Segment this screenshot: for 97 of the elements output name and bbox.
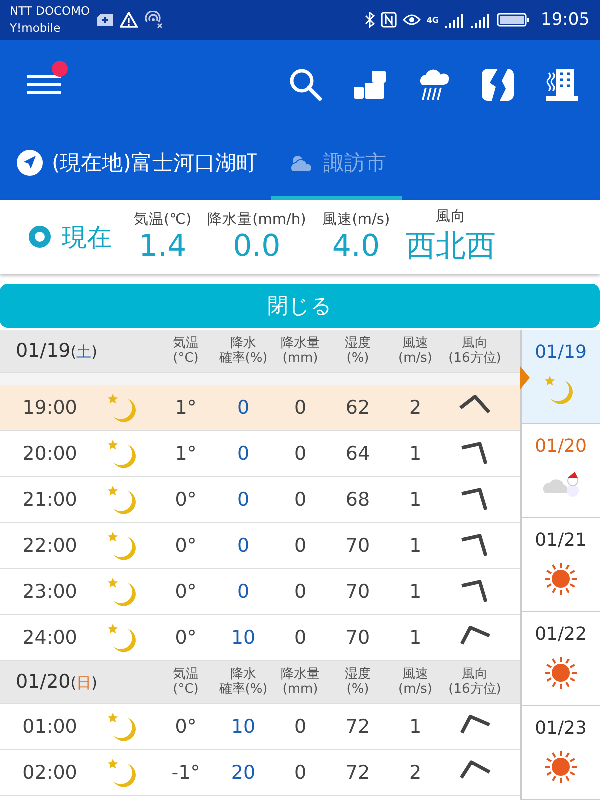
time-cell-text: 01:00 bbox=[22, 716, 78, 738]
wind-speed-cell-text: 2 bbox=[408, 762, 423, 784]
precipitation-cell-text: 0 bbox=[293, 762, 308, 784]
building-icon bbox=[544, 67, 580, 103]
wind-speed-cell-text: 1 bbox=[408, 626, 423, 648]
nfc-icon bbox=[380, 12, 397, 28]
menu-icon bbox=[26, 73, 62, 97]
humidity-cell-text: 70 bbox=[344, 626, 372, 648]
map-button[interactable] bbox=[480, 67, 516, 103]
carrier-name: NTT DOCOMO bbox=[10, 3, 90, 20]
precipitation-chance-cell-text: 0 bbox=[236, 534, 251, 556]
reading-value: 1.4 bbox=[138, 229, 187, 264]
wind-speed-cell-text: 1 bbox=[408, 534, 423, 556]
date-heading: 01/20(日) bbox=[15, 671, 98, 693]
temperature-cell-text: 0° bbox=[174, 534, 198, 556]
network-type: 4G bbox=[426, 16, 439, 24]
reading-value: 0.0 bbox=[233, 229, 281, 264]
current-label: 現在 bbox=[62, 222, 112, 254]
clock-time: 19:05 bbox=[541, 10, 590, 30]
precipitation-chance-cell-text: 0 bbox=[236, 488, 251, 510]
humidity-cell-text: 64 bbox=[344, 442, 372, 464]
time-cell-text: 24:00 bbox=[22, 626, 78, 648]
building-button[interactable] bbox=[544, 67, 580, 103]
battery-icon bbox=[497, 12, 531, 28]
day-tab[interactable]: 01/19 bbox=[522, 330, 600, 424]
temperature-cell-text: 1° bbox=[174, 396, 198, 418]
temperature-cell-text: 0° bbox=[174, 626, 198, 648]
precipitation-chance-cell-text: 10 bbox=[230, 626, 257, 648]
signal-icon bbox=[445, 12, 465, 28]
menu-button[interactable] bbox=[26, 73, 62, 97]
location-tab[interactable]: (現在地)富士河口湖町 bbox=[16, 130, 272, 200]
column-heading: 気温 (°C) bbox=[172, 336, 200, 366]
precipitation-cell-text: 0 bbox=[293, 396, 308, 418]
temperature-cell-text: 0° bbox=[174, 580, 198, 602]
wind-speed-cell-text: 1 bbox=[408, 442, 423, 464]
search-button[interactable] bbox=[288, 67, 324, 103]
column-heading: 湿度 (%) bbox=[344, 336, 372, 366]
time-cell-text: 21:00 bbox=[22, 488, 78, 510]
precipitation-cell-text: 0 bbox=[293, 534, 308, 556]
radio-icon bbox=[28, 225, 52, 249]
column-heading: 風向 (16方位) bbox=[448, 336, 502, 366]
time-cell-text: 20:00 bbox=[22, 442, 78, 464]
pointer-icon bbox=[520, 366, 530, 390]
bluetooth-icon bbox=[364, 12, 375, 28]
navigation-icon bbox=[16, 149, 44, 177]
temperature-cell-text: 0° bbox=[174, 716, 198, 738]
humidity-cell-text: 62 bbox=[344, 396, 372, 418]
temperature-cell-text: 1° bbox=[174, 442, 198, 464]
sim-add-icon bbox=[96, 13, 114, 27]
humidity-cell-text: 72 bbox=[344, 716, 372, 738]
column-heading: 降水量 (mm) bbox=[280, 667, 321, 697]
precipitation-cell-text: 0 bbox=[293, 442, 308, 464]
search-icon bbox=[288, 67, 324, 103]
humidity-cell-text: 72 bbox=[344, 762, 372, 784]
time-cell-text: 19:00 bbox=[22, 396, 78, 418]
signal-icon bbox=[471, 12, 491, 28]
column-heading: 湿度 (%) bbox=[344, 667, 372, 697]
humidity-cell-text: 70 bbox=[344, 580, 372, 602]
map-icon bbox=[480, 67, 516, 103]
column-heading: 降水量 (mm) bbox=[280, 336, 321, 366]
wind-speed-cell-text: 1 bbox=[408, 488, 423, 510]
precipitation-chance-cell-text: 0 bbox=[236, 396, 251, 418]
column-heading: 風速 (m/s) bbox=[398, 336, 434, 366]
warning-icon bbox=[120, 12, 138, 28]
reading-label: 風速(m/s) bbox=[322, 211, 390, 229]
temperature-cell-text: -1° bbox=[170, 762, 202, 784]
precipitation-cell-text: 0 bbox=[293, 626, 308, 648]
time-cell-text: 22:00 bbox=[22, 534, 78, 556]
humidity-cell-text: 70 bbox=[344, 534, 372, 556]
time-cell-text: 23:00 bbox=[22, 580, 78, 602]
precipitation-chance-cell-text: 10 bbox=[230, 716, 257, 738]
reading-label: 降水量(mm/h) bbox=[208, 211, 306, 229]
precipitation-cell-text: 0 bbox=[293, 716, 308, 738]
precipitation-chance-cell-text: 20 bbox=[230, 762, 257, 784]
date-heading: 01/19(土) bbox=[15, 340, 98, 362]
reading-label: 風向 bbox=[436, 208, 466, 226]
wind-speed-cell-text: 1 bbox=[408, 580, 423, 602]
precipitation-cell-text: 0 bbox=[293, 488, 308, 510]
temperature-cell-text: 0° bbox=[174, 488, 198, 510]
eye-icon bbox=[402, 13, 421, 27]
precipitation-cell-text: 0 bbox=[293, 580, 308, 602]
reading-value: 西北西 bbox=[406, 228, 496, 266]
time-cell-text: 02:00 bbox=[22, 762, 78, 784]
precipitation-chance-cell-text: 0 bbox=[236, 580, 251, 602]
reading-label: 気温(℃) bbox=[134, 211, 192, 229]
column-heading: 風速 (m/s) bbox=[398, 667, 434, 697]
precipitation-chance-cell-text: 0 bbox=[236, 442, 251, 464]
column-heading: 風向 (16方位) bbox=[448, 667, 502, 697]
reading-value: 4.0 bbox=[332, 229, 380, 264]
column-heading: 降水 確率(%) bbox=[218, 336, 269, 366]
carrier-name: Y!mobile bbox=[10, 20, 62, 37]
wind-speed-cell-text: 1 bbox=[408, 716, 423, 738]
humidity-cell-text: 68 bbox=[344, 488, 372, 510]
hotspot-off-icon bbox=[144, 11, 164, 29]
wind-speed-cell-text: 2 bbox=[408, 396, 423, 418]
column-heading: 降水 確率(%) bbox=[218, 667, 269, 697]
column-heading: 気温 (°C) bbox=[172, 667, 200, 697]
